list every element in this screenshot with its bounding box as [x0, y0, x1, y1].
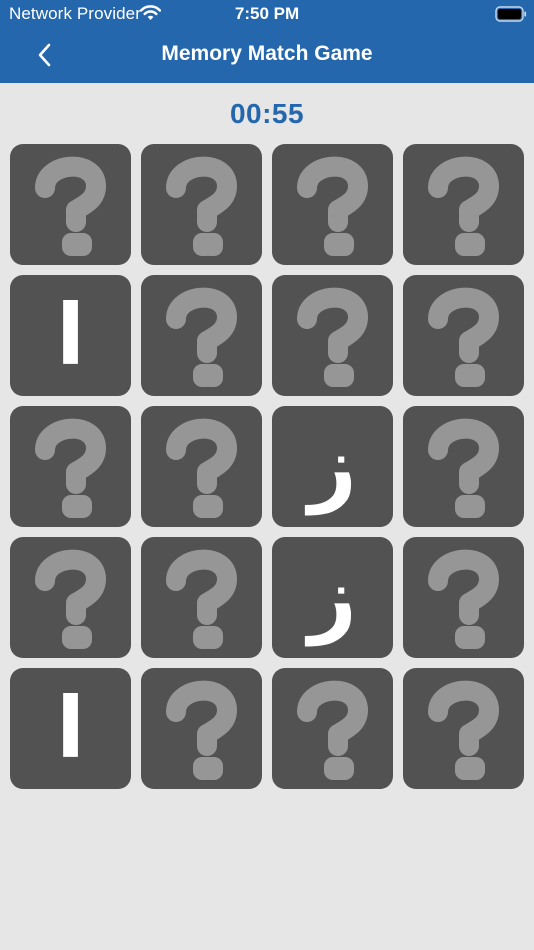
question-mark-icon — [35, 156, 106, 256]
page-title: Memory Match Game — [161, 42, 373, 65]
memory-card-hidden[interactable] — [403, 144, 524, 265]
question-mark-icon — [35, 549, 106, 649]
card-letter: ز — [308, 548, 357, 646]
memory-card-revealed[interactable]: ا — [10, 275, 131, 396]
game-timer: 00:55 — [229, 98, 305, 129]
card-letter: ز — [308, 417, 357, 515]
question-mark-icon — [297, 156, 368, 256]
question-mark-icon — [428, 287, 499, 387]
memory-card-revealed[interactable]: ز — [272, 406, 393, 527]
question-mark-icon — [166, 287, 237, 387]
question-mark-icon — [166, 418, 237, 518]
question-mark-icon — [166, 680, 237, 780]
question-mark-icon — [428, 156, 499, 256]
memory-card-hidden[interactable] — [141, 144, 262, 265]
memory-card-hidden[interactable] — [272, 144, 393, 265]
memory-card-hidden[interactable] — [10, 406, 131, 527]
memory-card-hidden[interactable] — [141, 537, 262, 658]
question-mark-icon — [166, 156, 237, 256]
memory-card-revealed[interactable]: ز — [272, 537, 393, 658]
card-letter: ا — [56, 286, 85, 384]
memory-card-hidden[interactable] — [10, 537, 131, 658]
question-mark-icon — [297, 287, 368, 387]
memory-card-hidden[interactable] — [403, 406, 524, 527]
navigation-bar: Memory Match Game — [0, 30, 534, 83]
card-grid: ا زز ا — [10, 144, 524, 789]
memory-card-hidden[interactable] — [141, 406, 262, 527]
top-bar: Network Provider 7:50 PM Memory Match Ga… — [0, 0, 534, 83]
memory-card-hidden[interactable] — [272, 668, 393, 789]
memory-card-hidden[interactable] — [141, 275, 262, 396]
card-letter: ا — [56, 679, 85, 777]
question-mark-icon — [428, 549, 499, 649]
question-mark-icon — [297, 680, 368, 780]
memory-card-hidden[interactable] — [403, 275, 524, 396]
battery-icon — [495, 6, 527, 22]
memory-card-hidden[interactable] — [272, 275, 393, 396]
question-mark-icon — [428, 418, 499, 518]
memory-card-revealed[interactable]: ا — [10, 668, 131, 789]
memory-card-hidden[interactable] — [141, 668, 262, 789]
status-bar: Network Provider 7:50 PM — [0, 0, 534, 30]
memory-card-hidden[interactable] — [10, 144, 131, 265]
question-mark-icon — [166, 549, 237, 649]
memory-card-hidden[interactable] — [403, 668, 524, 789]
question-mark-icon — [428, 680, 499, 780]
question-mark-icon — [35, 418, 106, 518]
status-time: 7:50 PM — [234, 4, 300, 23]
memory-card-hidden[interactable] — [403, 537, 524, 658]
